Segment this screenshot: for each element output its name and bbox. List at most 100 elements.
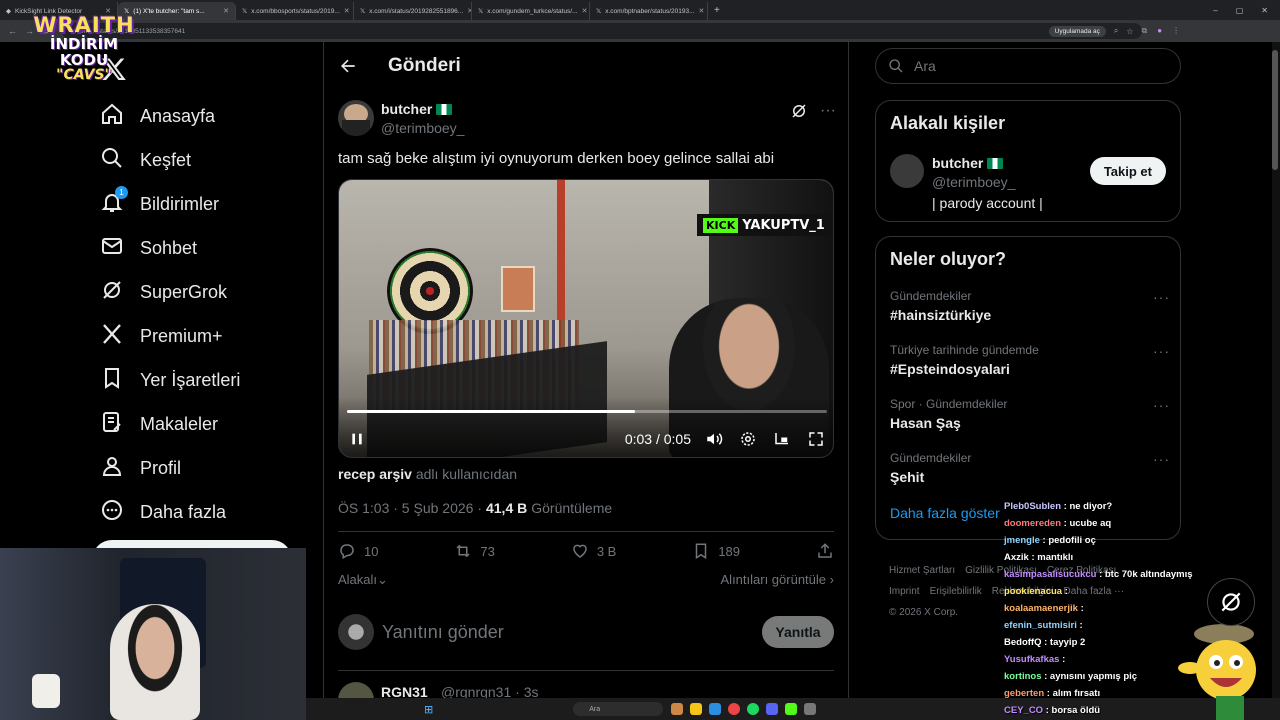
browser-tab[interactable]: 𝕏x.com/bptnaber/status/20193... ✕ <box>590 2 708 20</box>
chat-text: : <box>1064 586 1068 597</box>
picture-in-picture-icon[interactable] <box>773 430 791 448</box>
footer-link[interactable]: Imprint <box>889 586 920 597</box>
more-options-icon[interactable]: ··· <box>1153 451 1170 467</box>
menu-icon[interactable]: ⋮ <box>1172 26 1180 36</box>
trend-item[interactable]: Türkiye tarihinde gündemde #Epsteindosyal… <box>890 343 1170 377</box>
reply-input[interactable]: Yanıtını gönder <box>382 622 504 643</box>
back-arrow-icon[interactable] <box>338 56 358 76</box>
sidebar-item-more-circle[interactable]: Daha fazla <box>100 490 240 534</box>
browser-tab-label: x.com/gundem_turkce/status/... <box>487 7 578 15</box>
bookmark-action[interactable]: 189 <box>692 542 740 560</box>
browser-tab[interactable]: 𝕏x.com/gundem_turkce/status/... ✕ <box>472 2 590 20</box>
page-scrollbar[interactable] <box>1272 42 1280 698</box>
video-progress-bar[interactable] <box>347 410 827 413</box>
search-box[interactable]: Ara <box>875 48 1181 84</box>
search-input[interactable]: Ara <box>914 58 936 74</box>
post-actions: 10 73 3 B 189 <box>338 542 834 560</box>
sidebar-item-bell[interactable]: 1 Bildirimler <box>100 182 240 226</box>
video-player[interactable]: KICK YAKUPTV_1 0:03 / 0:05 <box>338 179 834 458</box>
grok-icon[interactable] <box>790 102 808 120</box>
footer-link[interactable]: Erişilebilirlik <box>930 586 982 597</box>
sidebar-item-x[interactable]: Premium+ <box>100 314 240 358</box>
settings-gear-icon[interactable] <box>739 430 757 448</box>
app-icon[interactable] <box>671 703 684 715</box>
repost-action[interactable]: 73 <box>454 542 495 560</box>
trend-item[interactable]: Gündemdekiler #hainsiztürkiye ··· <box>890 289 1170 323</box>
scroll-thumb[interactable] <box>1272 50 1278 170</box>
more-options-icon[interactable]: ··· <box>1153 343 1170 359</box>
minimize-button[interactable]: – <box>1213 6 1217 15</box>
grok-floating-button[interactable] <box>1207 578 1255 626</box>
reply-button[interactable]: Yanıtla <box>762 616 834 648</box>
open-in-app-chip[interactable]: Uygulamada aç <box>1048 25 1106 37</box>
tab-close-icon[interactable]: ✕ <box>582 7 588 15</box>
author-avatar[interactable] <box>338 100 374 136</box>
pause-icon[interactable] <box>349 431 365 447</box>
more-options-icon[interactable]: ··· <box>1153 289 1170 305</box>
extensions-icon[interactable]: ⧉ <box>1142 26 1148 36</box>
view-quotes-link[interactable]: Alıntıları görüntüle › <box>721 572 834 588</box>
discord-icon[interactable] <box>766 703 779 715</box>
user-avatar[interactable] <box>338 614 374 650</box>
app-icon[interactable] <box>804 703 817 715</box>
footer-link[interactable]: © 2026 X Corp. <box>889 607 958 618</box>
windows-start-icon[interactable]: ⊞ <box>424 703 433 716</box>
folder-icon[interactable] <box>690 703 703 715</box>
video-attribution: recep arşiv adlı kullanıcıdan <box>338 466 517 482</box>
more-options-icon[interactable]: ··· <box>1153 397 1170 413</box>
tab-close-icon[interactable]: ✕ <box>699 7 705 15</box>
chat-message: jmengle : pedofili oç <box>1004 532 1204 549</box>
share-action[interactable] <box>816 542 834 560</box>
trends-title: Neler oluyor? <box>890 249 1007 269</box>
sidebar-item-search[interactable]: Keşfet <box>100 138 240 182</box>
attribution-user[interactable]: recep arşiv <box>338 466 412 482</box>
video-poster <box>501 266 535 312</box>
close-window-button[interactable]: ✕ <box>1261 6 1268 15</box>
reply-action[interactable]: 10 <box>338 542 378 560</box>
author-handle[interactable]: @terimboey_ <box>381 120 464 136</box>
volume-icon[interactable] <box>705 430 723 448</box>
trend-item[interactable]: Spor · Gündemdekiler Hasan Şaş ··· <box>890 397 1170 431</box>
more-options-icon[interactable]: ··· <box>820 102 836 120</box>
sidebar-item-mail[interactable]: Sohbet <box>100 226 240 270</box>
browser-tab[interactable]: 𝕏x.com/i/status/2019282551896...✕ <box>354 2 472 20</box>
profile-icon[interactable]: ● <box>1157 26 1162 36</box>
sidebar-item-article[interactable]: Makaleler <box>100 402 240 446</box>
chrome-icon[interactable] <box>728 703 741 715</box>
sidebar-item-bookmark[interactable]: Yer İşaretleri <box>100 358 240 402</box>
zoom-icon[interactable]: ⌕ <box>1114 26 1118 36</box>
tab-close-icon[interactable]: ✕ <box>344 7 350 15</box>
chat-message: Pleb0Sublen : ne diyor? <box>1004 498 1204 515</box>
page-title: Gönderi <box>388 55 461 76</box>
tab-close-icon[interactable]: ✕ <box>223 7 229 15</box>
bookmark-icon <box>696 543 707 560</box>
sidebar-item-grok[interactable]: SuperGrok <box>100 270 240 314</box>
sort-dropdown[interactable]: Alakalı⌄ <box>338 572 388 588</box>
like-action[interactable]: 3 B <box>571 542 616 560</box>
trend-context: Gündemdekiler <box>890 451 972 465</box>
browser-tab[interactable]: 𝕏x.com/bbosports/status/2019... ✕ <box>236 2 354 20</box>
star-icon[interactable]: ☆ <box>1126 27 1133 36</box>
back-nav-icon[interactable]: ← <box>8 26 17 37</box>
footer-link[interactable]: Hizmet Şartları <box>889 565 955 576</box>
follow-button[interactable]: Takip et <box>1089 157 1166 185</box>
url-field[interactable]: x.com/.../status/2019351133538357641 Uyg… <box>61 23 1142 39</box>
spotify-icon[interactable] <box>747 703 760 715</box>
new-tab-button[interactable]: + <box>714 5 720 16</box>
search-icon <box>100 146 124 175</box>
edge-icon[interactable] <box>709 703 722 715</box>
sidebar-item-home[interactable]: Anasayfa <box>100 94 240 138</box>
show-more-link[interactable]: Daha fazla göster <box>890 505 1000 521</box>
maximize-button[interactable]: ▢ <box>1236 6 1244 15</box>
sidebar-item-person[interactable]: Profil <box>100 446 240 490</box>
post-timestamp[interactable]: ÖS 1:03 · 5 Şub 2026 · <box>338 500 482 516</box>
sidebar-item-label: Keşfet <box>140 149 192 170</box>
related-name[interactable]: butcher <box>932 155 1004 171</box>
browser-tab-label: x.com/bbosports/status/2019... <box>251 7 340 15</box>
taskbar-search[interactable]: Ara <box>573 702 664 716</box>
kick-icon[interactable] <box>785 703 798 715</box>
author-name[interactable]: butcher <box>381 101 453 117</box>
fullscreen-icon[interactable] <box>807 430 825 448</box>
related-avatar[interactable] <box>890 154 924 188</box>
trend-item[interactable]: Gündemdekiler Şehit ··· <box>890 451 1170 485</box>
